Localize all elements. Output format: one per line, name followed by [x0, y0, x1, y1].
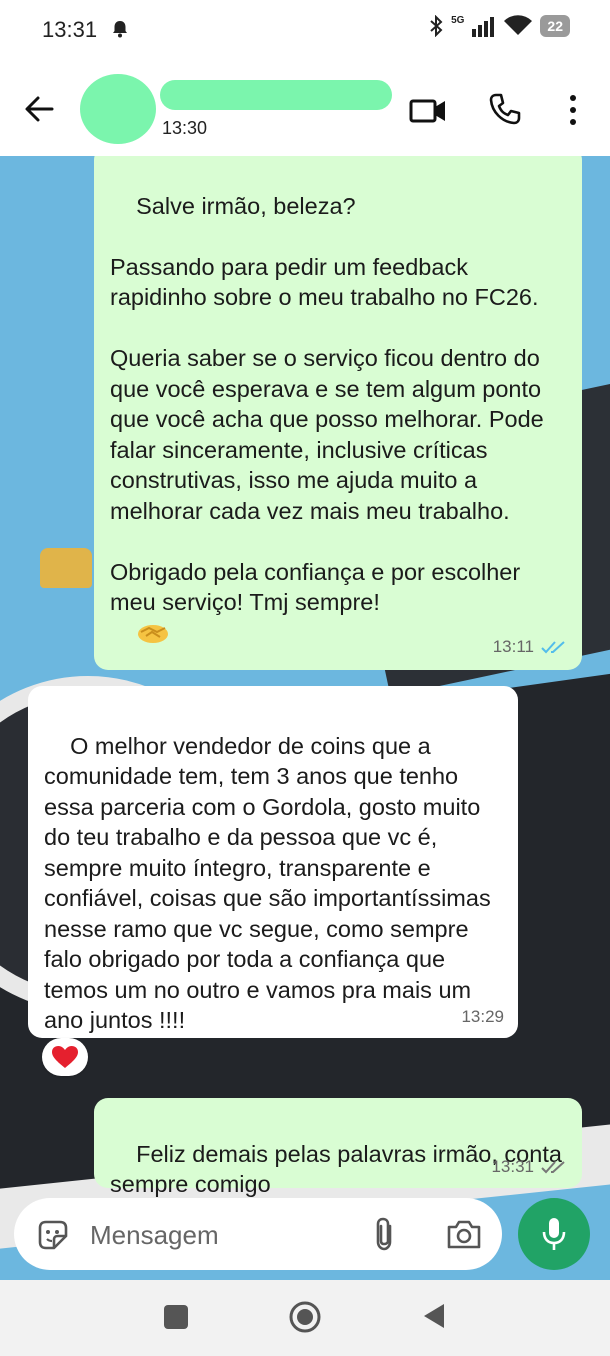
network-label: 5G	[451, 14, 465, 26]
system-icons: 5G 22	[429, 15, 570, 37]
recents-button[interactable]	[164, 1305, 188, 1329]
chat-header: 13:30	[0, 60, 610, 156]
attach-icon[interactable]	[370, 1216, 400, 1252]
nav-back-button[interactable]	[422, 1302, 446, 1330]
bluetooth-icon	[430, 15, 443, 37]
message-bubble-incoming[interactable]: O melhor vendedor de coins que a comunid…	[28, 686, 518, 1038]
wifi-icon	[504, 15, 533, 36]
message-meta: 13:29	[461, 1002, 504, 1033]
more-vert-icon[interactable]	[562, 92, 584, 128]
phone-icon[interactable]	[488, 92, 522, 126]
message-composer	[14, 1198, 502, 1270]
message-input[interactable]	[90, 1218, 360, 1252]
sticker-icon[interactable]	[36, 1218, 70, 1252]
last-seen: 13:30	[162, 118, 208, 138]
message-time: 13:31	[491, 1156, 534, 1176]
contact-name-redacted[interactable]	[160, 80, 392, 110]
system-navigation-bar	[0, 1280, 610, 1356]
handshake-icon	[138, 624, 169, 643]
back-arrow-icon[interactable]	[22, 92, 56, 126]
camera-icon[interactable]	[446, 1218, 482, 1250]
contact-avatar[interactable]	[80, 74, 156, 144]
double-check-icon	[541, 641, 565, 654]
message-meta: 13:31	[491, 1152, 568, 1183]
message-text: Salve irmão, beleza? Passando para pedir…	[110, 192, 544, 616]
message-bubble-outgoing[interactable]: Feliz demais pelas palavras irmão, conta…	[94, 1098, 582, 1225]
video-call-icon[interactable]	[408, 94, 448, 128]
status-bar: 13:31 5G 22	[0, 0, 610, 60]
home-button[interactable]	[288, 1300, 322, 1334]
status-time: 13:31	[42, 17, 98, 42]
message-reaction[interactable]	[42, 1038, 88, 1076]
heart-icon	[52, 1046, 78, 1068]
message-meta: 13:11	[493, 632, 568, 663]
message-time: 13:29	[461, 1006, 504, 1026]
wallpaper-shape	[40, 548, 92, 588]
message-text: O melhor vendedor de coins que a comunid…	[44, 732, 498, 1034]
mic-icon	[542, 1218, 566, 1250]
signal-icon	[472, 17, 495, 37]
bell-icon	[113, 21, 127, 38]
double-check-icon	[541, 1161, 565, 1174]
message-time: 13:11	[492, 636, 534, 656]
mic-button[interactable]	[518, 1198, 590, 1270]
chat-area[interactable]: Salve irmão, beleza? Passando para pedir…	[0, 156, 610, 1280]
battery-level: 22	[540, 15, 570, 37]
message-bubble-outgoing[interactable]: Salve irmão, beleza? Passando para pedir…	[94, 156, 582, 670]
